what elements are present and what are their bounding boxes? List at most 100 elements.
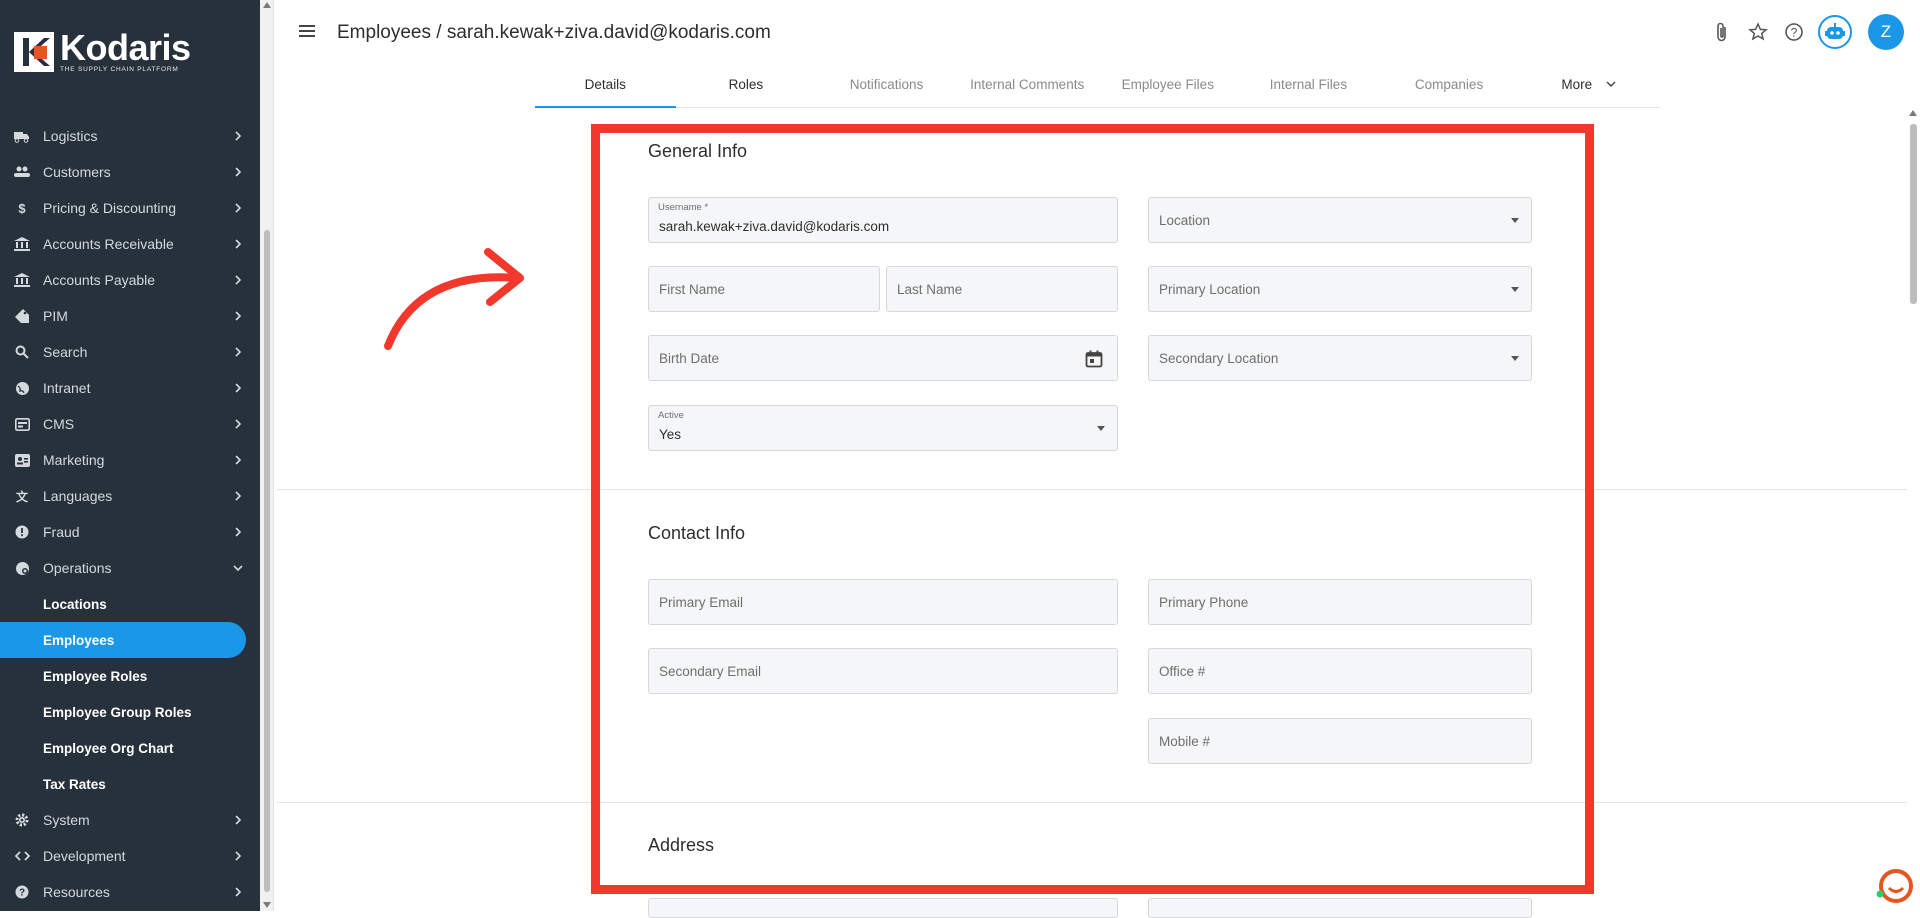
sidebar-item-label: Languages: [43, 488, 113, 504]
truck-icon: [14, 128, 30, 144]
sidebar-item-fraud[interactable]: Fraud: [0, 514, 260, 550]
tab-internal-files[interactable]: Internal Files: [1238, 66, 1379, 107]
sidebar-item-label: CMS: [43, 416, 75, 432]
help-circle-icon[interactable]: ?: [1782, 20, 1806, 44]
main-scrollbar[interactable]: [1907, 108, 1920, 911]
user-avatar[interactable]: Z: [1868, 14, 1904, 50]
sidebar-item-accounts-receivable[interactable]: Accounts Receivable: [0, 226, 260, 262]
tab-more-label: More: [1561, 77, 1593, 92]
attachment-icon[interactable]: [1710, 20, 1734, 44]
chevron-right-icon: [234, 308, 244, 324]
svg-text:?: ?: [19, 888, 25, 899]
tab-details[interactable]: Details: [535, 66, 676, 108]
sidebar-item-development[interactable]: Development: [0, 838, 260, 874]
chevron-right-icon: [234, 200, 244, 216]
sidebar-item-label: Search: [43, 344, 88, 360]
sidebar-item-label: Pricing & Discounting: [43, 200, 177, 216]
address-field-partial[interactable]: [648, 898, 1118, 918]
record-tabs: Details Roles Notifications Internal Com…: [535, 66, 1660, 108]
tab-more[interactable]: More: [1519, 66, 1660, 107]
chevron-right-icon: [234, 272, 244, 288]
sidebar-subitem-locations[interactable]: Locations: [0, 586, 260, 622]
chevron-right-icon: [234, 416, 244, 432]
sidebar-subitem-employee-group-roles[interactable]: Employee Group Roles: [0, 694, 260, 730]
tag-icon: [14, 308, 30, 324]
star-icon[interactable]: [1746, 20, 1770, 44]
translate-icon: 文: [15, 489, 28, 504]
sidebar-item-accounts-payable[interactable]: Accounts Payable: [0, 262, 260, 298]
chat-support-icon[interactable]: [1874, 866, 1914, 906]
globe-icon: [14, 380, 30, 396]
chevron-right-icon: [234, 812, 244, 828]
chevron-right-icon: [234, 236, 244, 252]
scroll-down-arrow-icon[interactable]: [263, 902, 271, 908]
sidebar: Kodaris THE SUPPLY CHAIN PLATFORM Logist…: [0, 0, 260, 911]
main-scrollbar-thumb[interactable]: [1910, 124, 1917, 304]
scroll-up-arrow-icon[interactable]: [263, 2, 271, 8]
page-title: Employees / sarah.kewak+ziva.david@kodar…: [337, 22, 771, 43]
chevron-down-icon: [1606, 81, 1616, 88]
chevron-right-icon: [234, 164, 244, 180]
chevron-right-icon: [234, 884, 244, 900]
annotation-arrow-icon: [378, 240, 538, 360]
sidebar-item-resources[interactable]: ? Resources: [0, 874, 260, 910]
tab-notifications[interactable]: Notifications: [816, 66, 957, 107]
sidebar-item-pricing[interactable]: $ Pricing & Discounting: [0, 190, 260, 226]
tab-employee-files[interactable]: Employee Files: [1098, 66, 1239, 107]
sidebar-item-pim[interactable]: PIM: [0, 298, 260, 334]
sidebar-item-cms[interactable]: CMS: [0, 406, 260, 442]
sidebar-item-label: Operations: [43, 560, 112, 576]
brand-logo[interactable]: Kodaris THE SUPPLY CHAIN PLATFORM: [14, 30, 191, 74]
sidebar-item-label: Intranet: [43, 380, 91, 396]
sidebar-item-label: Development: [43, 848, 126, 864]
sidebar-item-search[interactable]: Search: [0, 334, 260, 370]
chevron-down-icon: [232, 560, 244, 576]
sidebar-item-label: Logistics: [43, 128, 98, 144]
sidebar-item-intranet[interactable]: Intranet: [0, 370, 260, 406]
scroll-up-arrow-icon[interactable]: [1909, 110, 1917, 116]
sidebar-subitem-employee-org-chart[interactable]: Employee Org Chart: [0, 730, 260, 766]
sidebar-item-operations[interactable]: Operations: [0, 550, 260, 586]
dollar-icon: $: [18, 200, 26, 216]
sidebar-item-label: Resources: [43, 884, 110, 900]
brand-name: Kodaris: [60, 27, 191, 68]
sidebar-scrollbar[interactable]: [260, 0, 274, 911]
tab-internal-comments[interactable]: Internal Comments: [957, 66, 1098, 107]
tab-companies[interactable]: Companies: [1379, 66, 1520, 107]
sidebar-item-label: Customers: [43, 164, 111, 180]
sidebar-item-languages[interactable]: 文 Languages: [0, 478, 260, 514]
sidebar-item-label: Fraud: [43, 524, 80, 540]
search-icon: [14, 344, 30, 360]
annotation-highlight-box: [591, 124, 1594, 894]
sidebar-item-customers[interactable]: Customers: [0, 154, 260, 190]
sidebar-item-label: Marketing: [43, 452, 105, 468]
robot-icon: [1825, 23, 1845, 39]
sidebar-item-label: Accounts Receivable: [43, 236, 174, 252]
chevron-right-icon: [234, 452, 244, 468]
top-header: Employees / sarah.kewak+ziva.david@kodar…: [275, 0, 1920, 66]
ai-assistant-button[interactable]: [1818, 15, 1852, 49]
cms-icon: [14, 416, 30, 432]
sidebar-item-logistics[interactable]: Logistics: [0, 118, 260, 154]
tab-roles[interactable]: Roles: [676, 66, 817, 107]
help-icon: ?: [14, 884, 30, 900]
badge-icon: [14, 452, 30, 468]
chevron-right-icon: [234, 128, 244, 144]
address-field-partial-right[interactable]: [1148, 898, 1532, 918]
gear-icon: [14, 812, 30, 828]
sidebar-subitem-employees[interactable]: Employees: [0, 622, 246, 658]
sidebar-item-label: Accounts Payable: [43, 272, 156, 288]
chevron-right-icon: [234, 380, 244, 396]
chevron-right-icon: [234, 344, 244, 360]
sidebar-nav: Logistics Customers $ Pricing & Discount…: [0, 118, 260, 910]
operations-icon: [14, 560, 30, 576]
sidebar-subitem-tax-rates[interactable]: Tax Rates: [0, 766, 260, 802]
sidebar-item-system[interactable]: System: [0, 802, 260, 838]
sidebar-item-marketing[interactable]: Marketing: [0, 442, 260, 478]
bank-icon: [14, 272, 30, 288]
brand-tagline: THE SUPPLY CHAIN PLATFORM: [60, 66, 179, 73]
sidebar-subitem-employee-roles[interactable]: Employee Roles: [0, 658, 260, 694]
hamburger-menu-icon[interactable]: [297, 22, 317, 40]
sidebar-item-label: PIM: [43, 308, 68, 324]
sidebar-scrollbar-thumb[interactable]: [264, 230, 270, 892]
